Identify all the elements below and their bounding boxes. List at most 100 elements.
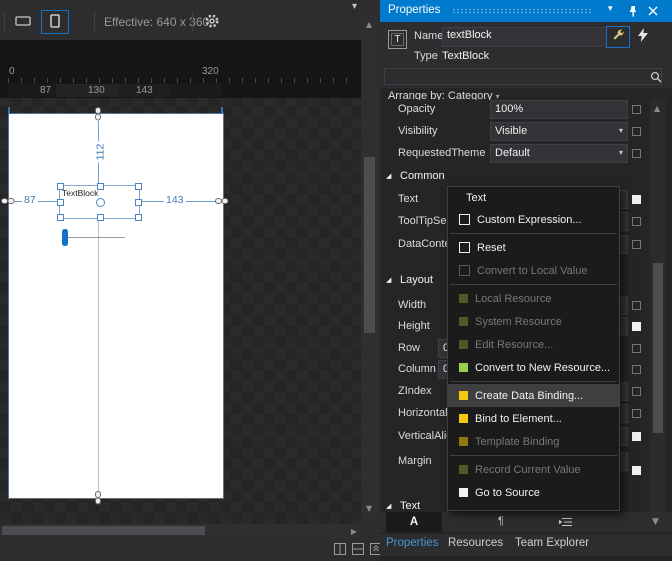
visibility-dropdown[interactable]: Visible ▾ [490,122,628,141]
pin-icon[interactable] [628,5,638,20]
slider-track[interactable] [63,237,125,238]
portrait-orientation-button[interactable] [41,10,69,34]
resize-handle[interactable] [57,199,64,206]
opacity-field[interactable]: 100% [490,100,628,119]
resize-handle[interactable] [135,183,142,190]
designer-vertical-scrollbar[interactable]: ▲ ▼ [361,14,378,519]
design-surface[interactable]: 0 320 87 130 143 112 87 143 TextBlock [0,40,361,524]
field-value: Visible [495,125,528,137]
resize-handle[interactable] [97,214,104,221]
property-label: Width [398,299,427,311]
landscape-orientation-button[interactable] [9,10,37,34]
property-marker[interactable] [632,105,641,114]
menu-item-template-binding: Template Binding [448,430,619,453]
scroll-down-icon[interactable]: ▼ [652,517,659,527]
device-settings-button[interactable] [198,10,226,34]
tab-resources[interactable]: Resources [448,537,503,549]
menu-item-bind-to-element[interactable]: Bind to Element... [448,407,619,430]
menu-item-custom-expression[interactable]: Custom Expression... [448,208,619,231]
checkbox-outline-icon [459,265,470,276]
property-marker[interactable] [632,387,641,396]
property-label: Horizontal [398,407,448,419]
menu-item-go-to-source[interactable]: Go to Source [448,481,619,504]
properties-vertical-scrollbar[interactable]: ▲ [650,100,666,512]
property-marker[interactable] [632,127,641,136]
pane-menu-arrow[interactable]: ▾ [352,1,357,12]
property-marker[interactable] [632,322,641,331]
window-position-icon[interactable]: ▾ [608,4,613,14]
property-marker[interactable] [632,365,641,374]
resize-handle[interactable] [135,214,142,221]
tab-properties[interactable]: Properties [386,537,438,549]
property-label: Visibility [398,125,438,137]
tool-window-tabs: Properties Resources Team Explorer [380,534,672,556]
name-input[interactable]: textBlock [442,27,610,47]
properties-titlebar[interactable]: Properties ▾ [380,0,672,22]
tab-team-explorer[interactable]: Team Explorer [515,537,589,549]
text-flow-tab[interactable] [558,517,573,530]
properties-scroll-thumb[interactable] [653,263,663,433]
menu-item-create-data-binding[interactable]: Create Data Binding... [448,384,619,407]
menu-item-convert-to-new-resource[interactable]: Convert to New Resource... [448,356,619,379]
resize-handle[interactable] [57,183,64,190]
close-icon[interactable] [648,6,658,19]
alignment-guide-line [98,217,99,498]
resource-swatch-icon [459,363,468,372]
vertical-split-icon[interactable] [334,543,346,558]
property-marker[interactable] [632,240,641,249]
menu-separator [450,284,617,285]
paragraph-formatting-tab[interactable]: ¶ [498,515,504,527]
bottom-anchor-chain-icon[interactable] [93,491,103,508]
horizontal-scroll-thumb[interactable] [2,526,205,535]
context-menu-header: Text [466,192,487,204]
ruler-origin-label: 0 [9,66,15,77]
blend-designer-window: Effective: 640 x 360 ▾ 0 320 87 130 143 [0,0,672,561]
vertical-scroll-thumb[interactable] [364,157,375,333]
scroll-up-icon[interactable]: ▲ [366,20,372,29]
events-view-button[interactable] [632,26,654,46]
resource-swatch-icon [459,317,468,326]
section-label: Text [400,500,421,512]
right-anchor-chain-icon[interactable] [215,196,229,209]
menu-item-system-resource: System Resource [448,310,619,333]
horizontal-split-icon[interactable] [352,543,364,558]
search-icon [650,71,662,86]
requestedtheme-dropdown[interactable]: Default ▾ [490,144,628,163]
resize-handle[interactable] [57,214,64,221]
menu-separator [450,455,617,456]
property-marker[interactable] [632,432,641,441]
menu-item-label: Convert to New Resource... [475,361,611,374]
section-expander-icon: ◢ [386,172,392,180]
menu-item-label: Local Resource [475,292,552,305]
slider-thumb[interactable] [62,229,68,246]
selected-textblock[interactable]: TextBlock [57,183,142,221]
menu-item-label: Edit Resource... [475,338,554,351]
property-marker[interactable] [632,195,641,204]
center-anchor-handle[interactable] [96,198,105,207]
property-marker[interactable] [632,217,641,226]
section-label: Common [400,170,445,182]
artboard[interactable]: 112 87 143 TextBlock [1,107,229,505]
resize-handle[interactable] [135,199,142,206]
resize-handle[interactable] [97,183,104,190]
character-formatting-tab[interactable]: A [386,512,442,532]
ruler-ticks [8,78,348,83]
menu-item-reset[interactable]: Reset [448,236,619,259]
designer-horizontal-scrollbar[interactable]: ▶ [0,524,361,537]
property-marker[interactable] [632,149,641,158]
property-marker[interactable] [632,466,641,475]
properties-view-button[interactable] [606,26,630,48]
section-label: Layout [400,274,434,286]
section-common[interactable]: ◢ Common [380,168,672,186]
top-anchor-chain-icon[interactable] [93,107,103,124]
field-value: Default [495,147,530,159]
left-anchor-chain-icon[interactable] [1,196,15,209]
scroll-up-icon[interactable]: ▲ [654,104,660,113]
scroll-right-icon[interactable]: ▶ [351,527,357,536]
left-margin-value: 87 [22,194,38,206]
property-search-input[interactable] [384,68,662,85]
property-marker[interactable] [632,409,641,418]
property-marker[interactable] [632,344,641,353]
scroll-down-icon[interactable]: ▼ [366,504,372,513]
property-marker[interactable] [632,301,641,310]
